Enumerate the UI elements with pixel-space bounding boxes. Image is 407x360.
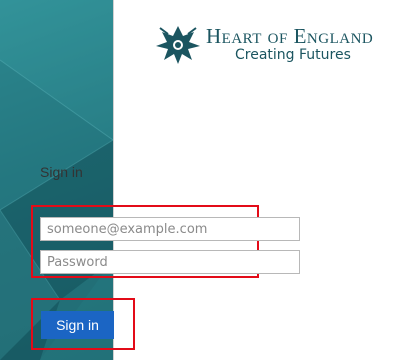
password-input[interactable] (40, 250, 300, 274)
signin-heading: Sign in (40, 164, 83, 180)
signin-button[interactable]: Sign in (41, 311, 114, 339)
signin-panel: Heart of England Creating Futures (113, 0, 407, 360)
brand-name: Heart of England (206, 24, 374, 48)
oak-leaf-logo-icon (156, 26, 200, 64)
brand-logo: Heart of England Creating Futures (154, 22, 373, 66)
username-input[interactable] (40, 217, 300, 241)
brand-tagline: Creating Futures (235, 47, 351, 63)
